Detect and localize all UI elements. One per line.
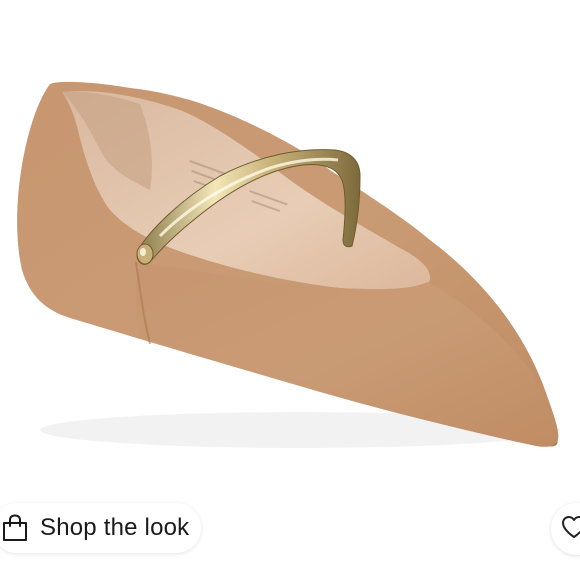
shop-the-look-label: Shop the look	[40, 514, 190, 541]
shop-the-look-button[interactable]: Shop the look	[0, 503, 201, 553]
shopping-bag-icon	[2, 514, 28, 542]
heart-icon	[561, 515, 580, 544]
listing-photo-viewer: Shop the look	[0, 0, 580, 580]
shoe-photo	[17, 81, 560, 448]
